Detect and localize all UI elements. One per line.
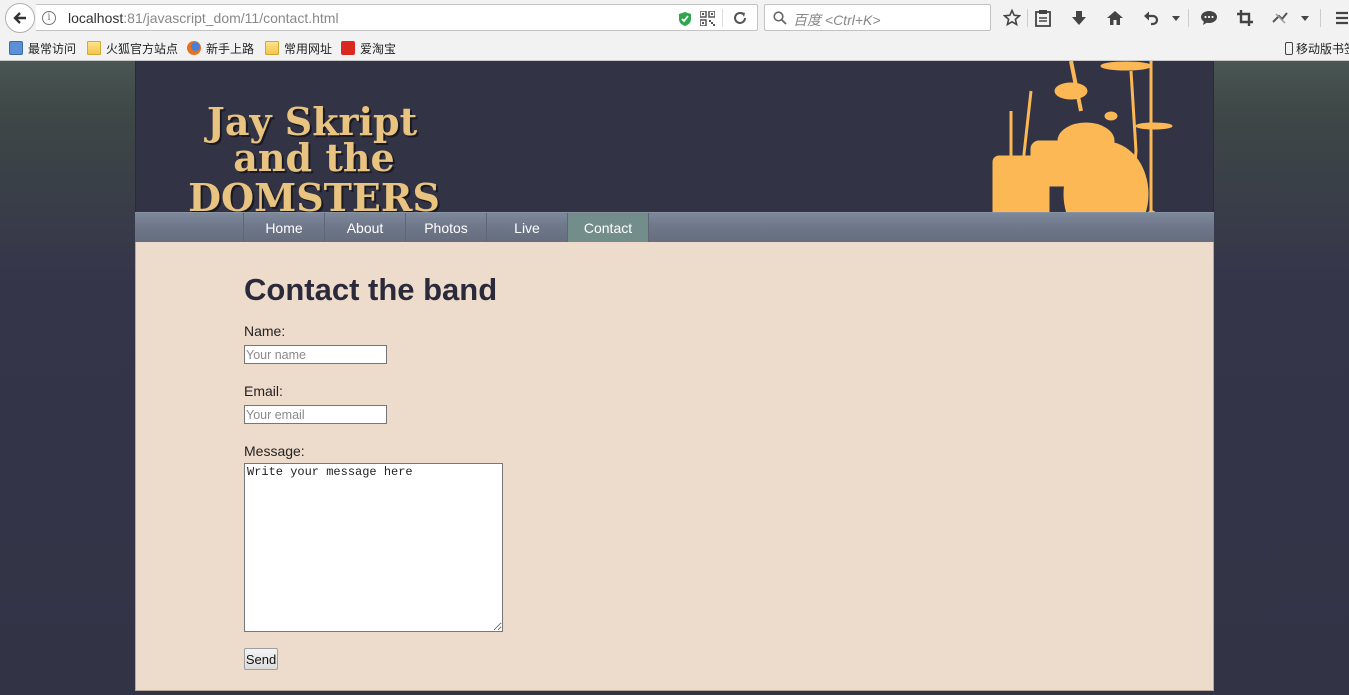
bookmark-label: 新手上路: [206, 41, 255, 56]
undo-icon: [1144, 11, 1159, 26]
folder-icon: [265, 41, 279, 55]
bookmark-star-button[interactable]: [1002, 8, 1022, 28]
url-bar[interactable]: i localhost:81/javascript_dom/11/contact…: [36, 4, 758, 31]
nav-photos[interactable]: Photos: [406, 213, 487, 242]
folder-icon: [87, 41, 101, 55]
taobao-icon: [341, 41, 355, 55]
browser-navbar: i localhost:81/javascript_dom/11/contact…: [0, 0, 1349, 36]
chat-button[interactable]: [1199, 8, 1219, 28]
extension-button[interactable]: [1270, 8, 1290, 28]
page-title: Contact the band: [244, 272, 498, 307]
email-input[interactable]: [244, 405, 387, 424]
name-label: Name:: [244, 323, 286, 339]
bookmark-label: 爱淘宝: [360, 41, 397, 56]
shield-icon[interactable]: [678, 11, 692, 27]
url-host: localhost: [68, 10, 124, 26]
site-header: Jay Skript Jay Skript and the and the DO…: [135, 61, 1214, 212]
nav-list: Home About Photos Live Contact: [243, 213, 649, 242]
home-button[interactable]: [1105, 8, 1125, 28]
bookmarks-toolbar: 最常访问 火狐官方站点 新手上路 常用网址 爱淘宝 移动版书签: [0, 36, 1349, 61]
url-text[interactable]: localhost:81/javascript_dom/11/contact.h…: [68, 10, 339, 26]
bookmark-mobile[interactable]: 移动版书签: [1285, 39, 1349, 57]
menu-icon: [1336, 11, 1348, 25]
site-container: Jay Skript Jay Skript and the and the DO…: [135, 61, 1214, 691]
send-button[interactable]: Send: [244, 648, 278, 670]
nav-about[interactable]: About: [325, 213, 406, 242]
bookmark-most-visited[interactable]: 最常访问: [9, 39, 76, 57]
bookmark-taobao[interactable]: 爱淘宝: [341, 39, 396, 57]
search-icon: [773, 11, 787, 25]
toolbar-divider: [1320, 9, 1321, 27]
nav-contact[interactable]: Contact: [568, 213, 649, 242]
chat-icon: [1201, 11, 1217, 25]
phone-icon: [1285, 41, 1293, 55]
message-textarea[interactable]: Write your message here: [244, 463, 503, 632]
search-bar[interactable]: 百度 <Ctrl+K>: [764, 4, 991, 31]
name-input[interactable]: [244, 345, 387, 364]
bookmark-label: 最常访问: [28, 41, 77, 56]
star-icon: [1003, 9, 1021, 27]
undo-button[interactable]: [1141, 8, 1161, 28]
bookmark-label: 火狐官方站点: [106, 41, 179, 56]
bookmark-label: 常用网址: [284, 41, 333, 56]
nav-home[interactable]: Home: [244, 213, 325, 242]
site-navigation: Home About Photos Live Contact: [135, 212, 1214, 242]
qr-code-icon[interactable]: [700, 11, 715, 26]
url-divider: [722, 9, 723, 27]
search-placeholder: 百度 <Ctrl+K>: [793, 12, 881, 28]
logo-line-2: and the: [233, 135, 394, 180]
reading-list-button[interactable]: [1033, 8, 1053, 28]
extension-dropdown[interactable]: [1297, 8, 1313, 28]
bookmark-label: 移动版书签: [1296, 41, 1349, 56]
bookmark-firefox-official[interactable]: 火狐官方站点: [87, 39, 178, 57]
search-page-icon: [9, 41, 23, 55]
firefox-icon: [187, 41, 201, 55]
logo-line-3: DOMSTERS: [188, 175, 440, 212]
bookmark-getting-started[interactable]: 新手上路: [187, 39, 254, 57]
chevron-down-icon: [1301, 15, 1309, 21]
nav-live[interactable]: Live: [487, 213, 568, 242]
crop-button[interactable]: [1235, 8, 1255, 28]
home-icon: [1107, 11, 1123, 25]
band-logo: Jay Skript Jay Skript and the and the DO…: [188, 99, 442, 212]
back-button[interactable]: [5, 3, 35, 33]
toolbar-divider: [1188, 9, 1189, 27]
message-label: Message:: [244, 443, 305, 459]
extension-icon: [1272, 12, 1288, 24]
download-icon: [1072, 11, 1086, 25]
drum-kit-image: [992, 61, 1173, 212]
back-arrow-icon: [13, 12, 26, 24]
url-path: :81/javascript_dom/11/contact.html: [123, 10, 339, 26]
chevron-down-icon: [1172, 15, 1180, 21]
info-icon[interactable]: i: [42, 11, 56, 25]
reader-list-icon: [1035, 9, 1051, 27]
crop-icon: [1237, 10, 1253, 26]
downloads-button[interactable]: [1069, 8, 1089, 28]
toolbar-divider: [1027, 9, 1028, 27]
email-label: Email:: [244, 383, 283, 399]
menu-button[interactable]: [1331, 8, 1349, 28]
reload-icon[interactable]: [732, 10, 748, 26]
bookmark-common-sites[interactable]: 常用网址: [265, 39, 332, 57]
undo-dropdown[interactable]: [1168, 8, 1184, 28]
contact-content: Contact the band Name: Email: Message: W…: [135, 242, 1214, 691]
